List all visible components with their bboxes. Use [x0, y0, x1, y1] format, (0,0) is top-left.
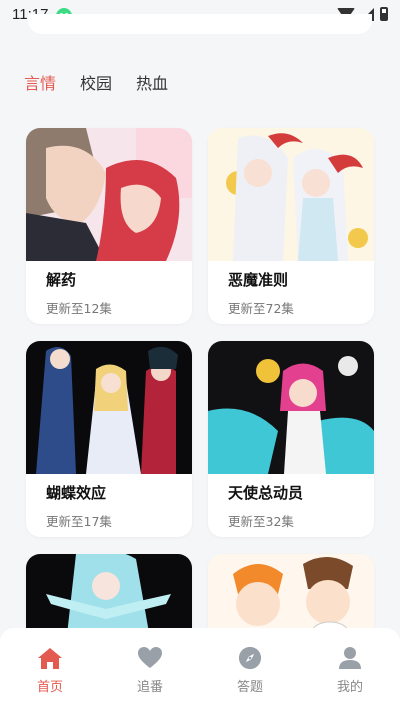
nav-label: 答题: [236, 680, 263, 695]
heart-icon: [138, 647, 162, 668]
nav-label: 我的: [336, 680, 363, 695]
comic-card[interactable]: 解药 更新至12集: [26, 128, 192, 324]
nav-profile[interactable]: 我的: [300, 628, 400, 711]
comic-title: 解药: [46, 271, 77, 289]
comic-title: 天使总动员: [228, 484, 304, 502]
bottom-navigation: 首页 追番 答题 我的: [0, 628, 400, 711]
comic-episode-count: 更新至32集: [228, 514, 294, 529]
nav-label: 追番: [136, 680, 163, 695]
comic-title: 恶魔准则: [228, 271, 289, 289]
comic-grid: 解药 更新至12集 恶魔准则 更新至72集 蝴蝶效应 更新至17集 天使总动员 …: [0, 0, 400, 711]
comic-card[interactable]: 天使总动员 更新至32集: [208, 341, 374, 537]
nav-label: 首页: [36, 680, 63, 695]
compass-icon: [238, 646, 262, 670]
user-icon: [339, 647, 361, 669]
comic-episode-count: 更新至17集: [46, 514, 112, 529]
comic-title: 蝴蝶效应: [46, 484, 107, 502]
nav-quiz[interactable]: 答题: [200, 628, 300, 711]
comic-cover: [26, 341, 192, 474]
nav-home[interactable]: 首页: [0, 628, 100, 711]
nav-follow[interactable]: 追番: [100, 628, 200, 711]
comic-cover: [208, 128, 374, 261]
comic-card[interactable]: 恶魔准则 更新至72集: [208, 128, 374, 324]
comic-cover: [208, 341, 374, 474]
home-icon: [38, 648, 62, 669]
comic-episode-count: 更新至12集: [46, 301, 112, 316]
comic-episode-count: 更新至72集: [228, 301, 294, 316]
comic-cover: [26, 128, 192, 261]
comic-card[interactable]: 蝴蝶效应 更新至17集: [26, 341, 192, 537]
